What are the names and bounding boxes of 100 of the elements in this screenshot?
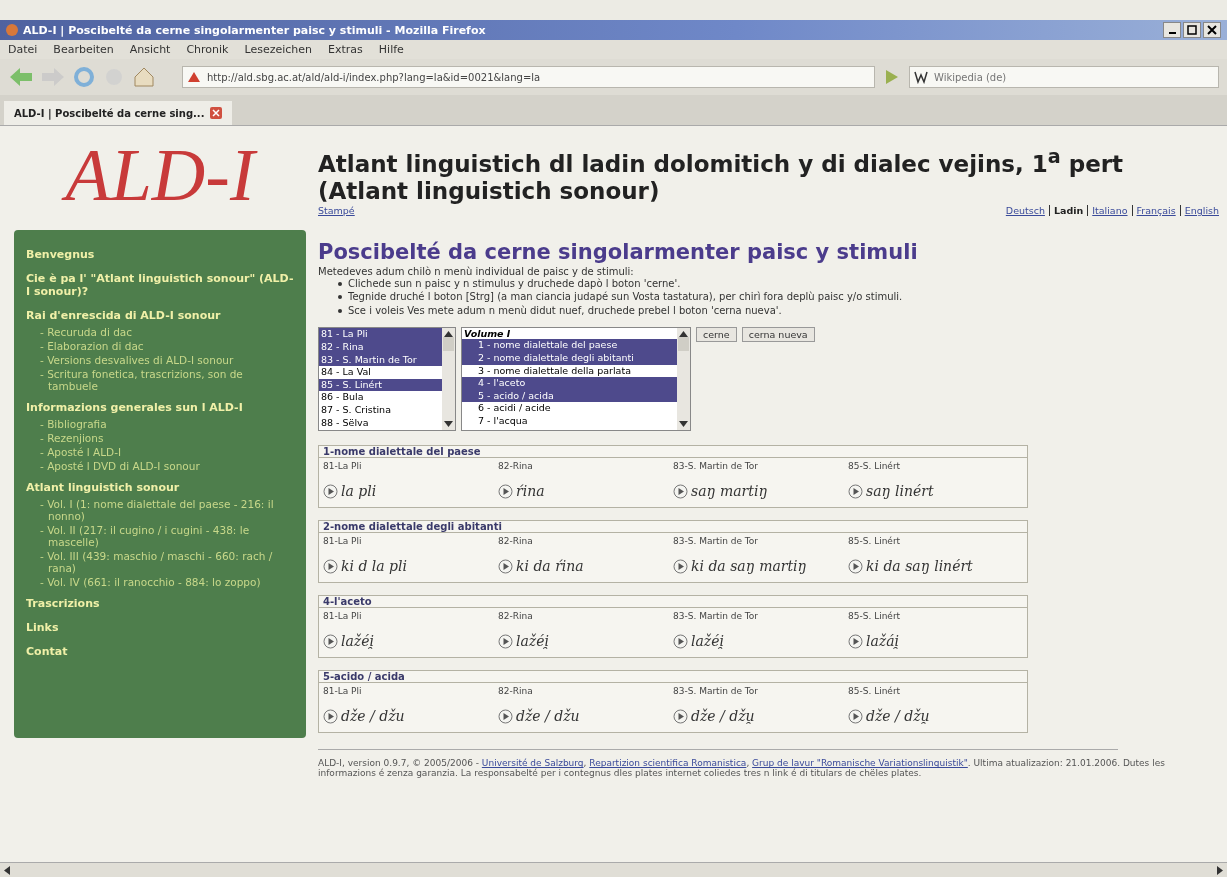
- phonetic-transcription: ki da ŕina: [516, 558, 584, 575]
- play-icon[interactable]: [498, 558, 513, 574]
- place-name: 81-La Pli: [323, 536, 363, 547]
- list-option[interactable]: 82 - Rina: [319, 341, 442, 354]
- sidebar-heading-link[interactable]: Trascrizions: [26, 597, 294, 610]
- play-icon[interactable]: [673, 708, 688, 724]
- sidebar-heading-link[interactable]: Benvegnus: [26, 248, 294, 261]
- scrollbar[interactable]: [677, 328, 690, 431]
- place-name: 85-S. Linért: [848, 611, 902, 622]
- stimulus-title: 4-l'aceto: [319, 596, 1027, 609]
- search-bar[interactable]: Wikipedia (de): [909, 66, 1219, 88]
- menu-item[interactable]: Lesezeichen: [244, 43, 313, 56]
- scrollbar[interactable]: [442, 328, 455, 431]
- sidebar-heading-link[interactable]: Atlant linguistich sonour: [26, 481, 294, 494]
- play-icon[interactable]: [323, 708, 338, 724]
- bullet-icon: [338, 308, 342, 313]
- play-icon[interactable]: [323, 558, 338, 574]
- list-option[interactable]: 2 - nome dialettale degli abitanti: [462, 352, 677, 365]
- play-icon[interactable]: [498, 708, 513, 724]
- up-arrow-icon[interactable]: [444, 331, 453, 338]
- menu-item[interactable]: Datei: [8, 43, 38, 56]
- play-icon[interactable]: [673, 633, 688, 649]
- stimulus-title: 5-acido / acida: [319, 671, 1027, 684]
- browser-tab[interactable]: ALD-I | Poscibelté da cerne sing...: [4, 101, 233, 125]
- maximize-button[interactable]: [1183, 22, 1201, 38]
- sidebar-heading-link[interactable]: Informazions generales sun l ALD-I: [26, 401, 294, 414]
- language-link[interactable]: Italiano: [1087, 204, 1128, 216]
- menu-item[interactable]: Hilfe: [378, 43, 404, 56]
- print-link[interactable]: Stampé: [318, 204, 355, 216]
- right-arrow-icon[interactable]: [1217, 865, 1223, 875]
- language-link[interactable]: Français: [1131, 204, 1176, 216]
- list-option[interactable]: 7 - l'acqua: [462, 414, 677, 428]
- play-icon[interactable]: [498, 633, 513, 649]
- play-icon[interactable]: [848, 633, 863, 649]
- play-icon[interactable]: [323, 483, 338, 499]
- footer-link[interactable]: Grup de lavur "Romanische Variationslinguistik": [752, 758, 968, 769]
- play-icon[interactable]: [848, 708, 863, 724]
- language-link[interactable]: Deutsch: [1005, 204, 1045, 216]
- down-arrow-icon[interactable]: [444, 421, 453, 428]
- search-field[interactable]: Wikipedia (de): [932, 70, 1214, 84]
- list-option[interactable]: 85 - S. Linért: [319, 378, 442, 392]
- place-name: 81-La Pli: [323, 611, 363, 622]
- place-name: 85-S. Linért: [848, 536, 902, 547]
- phonetic-transcription: ki da saŋ martiŋ: [691, 558, 807, 575]
- list-option[interactable]: 81 - La Pli: [319, 328, 442, 341]
- phonetic-transcription: lažéi̯: [341, 633, 374, 650]
- play-icon[interactable]: [498, 483, 513, 499]
- phonetic-transcription: ki d la pli: [341, 558, 407, 575]
- footer-text: ALD-I, version 0.9.7, © 2005/2006 - Université de Salzburg, Repartizion scientifica Romanistica, Grup de lavur "Romanische Variationslinguistik". Ultima atualizazion: 21.01.2006. Dutes les informazions é zenza garanzia. La responsabelté per i contegnus dles plates internet coliedes tres n link é di titulars de chëles plates.: [318, 758, 1166, 779]
- menu-item[interactable]: Ansicht: [129, 43, 171, 56]
- menu-item[interactable]: Bearbeiten: [53, 43, 114, 56]
- down-arrow-icon[interactable]: [679, 421, 688, 428]
- footer-link[interactable]: Université de Salzburg: [481, 758, 584, 769]
- place-name: 82-Rina: [498, 611, 534, 622]
- place-name: 83-S. Martin de Tor: [673, 536, 759, 547]
- form-button[interactable]: cerne: [696, 327, 737, 343]
- left-arrow-icon[interactable]: [4, 865, 10, 875]
- play-icon[interactable]: [673, 558, 688, 574]
- list-option[interactable]: 88 - Sëlva: [319, 416, 442, 430]
- bullet-icon: [338, 295, 342, 300]
- option-group-label: Volume I: [463, 328, 512, 340]
- up-arrow-icon[interactable]: [679, 331, 688, 338]
- list-option[interactable]: 1 - nome dialettale del paese: [462, 339, 677, 352]
- sidebar-heading-link[interactable]: Cie è pa l' "Atlant linguistich sonour" (ALD-I sonour)?: [26, 272, 294, 298]
- search-engine-icon[interactable]: [914, 70, 928, 84]
- address-bar[interactable]: http://ald.sbg.ac.at/ald/ald-i/index.php?lang=la&id=0021&lang=la: [182, 66, 875, 88]
- list-option[interactable]: 87 - S. Cristina: [319, 403, 442, 417]
- instruction-item: Clichede sun n paisc y n stimulus y druchede dapò l boton 'cerne'.: [348, 277, 681, 291]
- sidebar-heading-link[interactable]: Rai d'enrescida di ALD-I sonour: [26, 309, 294, 322]
- scrollbar-thumb[interactable]: [443, 337, 454, 352]
- minimize-button[interactable]: [1163, 22, 1181, 38]
- play-icon[interactable]: [848, 483, 863, 499]
- place-name: 83-S. Martin de Tor: [673, 461, 759, 472]
- place-listbox[interactable]: 81 - La Pli 82 - Rina 83 - S. Martin de Tor 84 - La Val 85 - S. Linért 86 - Bula 87 - S. Cristina 88 - Sëlva: [318, 327, 456, 432]
- language-link[interactable]: Ladin: [1048, 204, 1084, 216]
- phonetic-transcription: dže / džu̯: [691, 708, 755, 725]
- horizontal-scrollbar[interactable]: [0, 862, 1227, 877]
- list-option[interactable]: 6 - acidi / acide: [462, 402, 677, 415]
- close-button[interactable]: [1203, 22, 1221, 38]
- phonetic-transcription: dže / džu: [341, 708, 405, 725]
- play-icon[interactable]: [848, 558, 863, 574]
- list-option[interactable]: 3 - nome dialettale della parlata: [462, 364, 677, 378]
- intro-text: Metedeves adum chilò n menù individual de paisc y de stimuli:: [318, 265, 635, 277]
- form-button[interactable]: cerna nueva: [741, 327, 815, 343]
- menu-item[interactable]: Extras: [328, 43, 363, 56]
- instruction-item: Tegnide druché l boton [Strg] (a man ciancia judapé sun Vosta tastatura), per chirì fora deplù paisc y/o stimuli.: [348, 290, 903, 304]
- sidebar-heading-link[interactable]: Contat: [26, 645, 294, 658]
- play-icon[interactable]: [673, 483, 688, 499]
- list-option[interactable]: 4 - l'aceto: [462, 377, 677, 390]
- stimulus-listbox[interactable]: Volume I 1 - nome dialettale del paese 2 - nome dialettale degli abitanti 3 - nome dialettale della parlata 4 - l'aceto 5 - acido / acida 6 - acidi / acide 7 - l'acqua: [461, 327, 691, 432]
- sidebar-heading-link[interactable]: Links: [26, 621, 294, 634]
- address-field[interactable]: http://ald.sbg.ac.at/ald/ald-i/index.php?lang=la&id=0021&lang=la: [205, 70, 870, 84]
- scrollbar-thumb[interactable]: [678, 337, 689, 352]
- list-option[interactable]: 84 - La Val: [319, 366, 442, 379]
- language-link[interactable]: English: [1179, 204, 1219, 216]
- list-option[interactable]: 86 - Bula: [319, 391, 442, 404]
- menu-item[interactable]: Chronik: [186, 43, 229, 56]
- close-tab-icon[interactable]: [210, 107, 223, 119]
- play-icon[interactable]: [323, 633, 338, 649]
- window-title: ALD-I | Poscibelté da cerne singolarmenter paisc y stimuli - Mozilla Firefox: [23, 23, 487, 37]
